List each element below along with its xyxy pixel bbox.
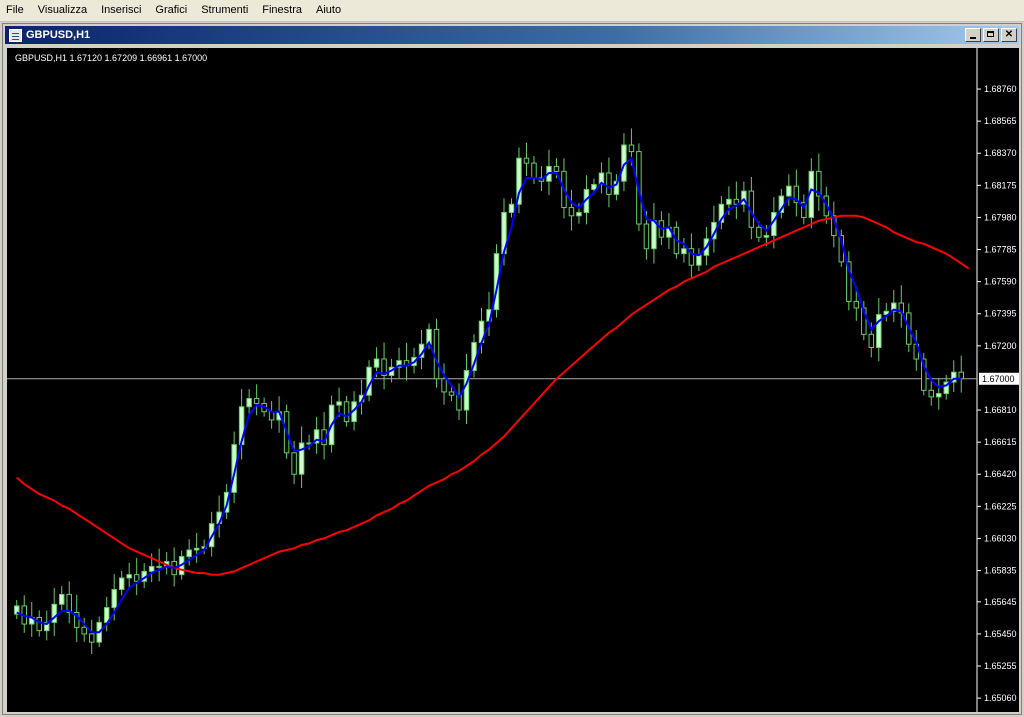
candles-group — [13, 128, 965, 655]
candle-body — [133, 574, 140, 582]
candle-body — [786, 185, 792, 197]
y-tick-label: 1.65835 — [984, 566, 1017, 576]
candle-body — [253, 398, 260, 404]
y-tick-label: 1.68370 — [984, 148, 1017, 158]
candle-body — [681, 248, 687, 255]
window-title: GBPUSD,H1 — [26, 29, 91, 41]
candle-body — [193, 547, 200, 551]
candle-body — [148, 565, 155, 572]
candle-body — [246, 398, 252, 408]
candle-body — [756, 226, 762, 238]
candle-body — [868, 333, 875, 348]
chart-svg: 1.68760 1.68565 1.68370 1.68175 1.67980 1.677… — [7, 48, 1019, 712]
candle-body — [111, 588, 117, 609]
candle-body — [553, 165, 560, 172]
candle-body — [643, 223, 650, 250]
candle-body — [291, 452, 297, 475]
y-tick-label: 1.66810 — [984, 405, 1017, 415]
y-tick-label: 1.68760 — [984, 84, 1017, 94]
candle-body — [576, 212, 582, 217]
window-titlebar[interactable]: GBPUSD,H1 ✕ — [5, 26, 1019, 44]
candle-body — [463, 370, 470, 411]
candle-body — [508, 203, 515, 214]
menu-inserisci[interactable]: Inserisci — [95, 0, 149, 21]
candle-body — [591, 184, 597, 190]
y-tick-label: 1.67785 — [984, 245, 1017, 255]
menu-strumenti[interactable]: Strumenti — [195, 0, 256, 21]
current-price-label: 1.67000 — [982, 374, 1015, 384]
chart-window: GBPUSD,H1 ✕ 1.68760 1.68565 1.68370 1.68175… — [2, 23, 1022, 715]
candle-body — [726, 198, 732, 205]
price-chart[interactable]: 1.68760 1.68565 1.68370 1.68175 1.67980 1.677… — [7, 48, 1019, 712]
candle-body — [853, 300, 860, 309]
candle-body — [268, 411, 275, 421]
slow-ma-line — [16, 214, 970, 576]
candle-body — [66, 593, 72, 614]
menu-grafici[interactable]: Grafici — [149, 0, 195, 21]
candle-body — [156, 565, 162, 568]
candle-body — [88, 633, 95, 643]
y-tick-label: 1.66615 — [984, 437, 1017, 447]
candle-body — [606, 172, 612, 195]
maximize-button[interactable] — [983, 28, 999, 42]
y-tick-label: 1.67980 — [984, 212, 1017, 222]
chart-info-label: GBPUSD,H1 1.67120 1.67209 1.66961 1.6700… — [15, 53, 207, 63]
candle-body — [696, 254, 702, 266]
close-button[interactable]: ✕ — [1001, 28, 1017, 42]
y-tick-label: 1.68565 — [984, 116, 1017, 126]
candle-body — [186, 549, 192, 558]
y-tick-label: 1.67200 — [984, 341, 1017, 351]
candle-body — [958, 371, 965, 380]
chart-document-icon[interactable] — [9, 28, 22, 42]
candle-body — [81, 626, 87, 635]
menu-visualizza[interactable]: Visualizza — [32, 0, 95, 21]
chart-frame — [7, 48, 978, 712]
y-tick-label: 1.67590 — [984, 277, 1017, 287]
candle-body — [58, 593, 65, 605]
y-tick-label: 1.68175 — [984, 180, 1017, 190]
minimize-button[interactable] — [965, 28, 981, 42]
candle-body — [126, 574, 132, 579]
candle-body — [336, 401, 342, 406]
y-tick-label: 1.65450 — [984, 629, 1017, 639]
menu-bar: File Visualizza Inserisci Grafici Strume… — [0, 0, 1024, 22]
candle-body — [441, 378, 447, 393]
candle-body — [298, 442, 305, 475]
y-tick-label: 1.67395 — [984, 309, 1017, 319]
y-tick-label: 1.65060 — [984, 693, 1017, 703]
y-tick-label: 1.66420 — [984, 469, 1017, 479]
y-axis: 1.68760 1.68565 1.68370 1.68175 1.67980 1.677… — [977, 84, 1019, 703]
candle-body — [628, 144, 635, 153]
candle-body — [118, 577, 125, 590]
candle-body — [936, 393, 942, 398]
menu-file[interactable]: File — [0, 0, 32, 21]
candle-body — [343, 401, 350, 423]
candle-body — [531, 162, 537, 179]
menu-aiuto[interactable]: Aiuto — [310, 0, 349, 21]
window-controls: ✕ — [965, 28, 1017, 42]
y-tick-label: 1.66030 — [984, 533, 1017, 543]
menu-finestra[interactable]: Finestra — [256, 0, 310, 21]
y-tick-label: 1.66225 — [984, 501, 1017, 511]
y-tick-label: 1.65645 — [984, 597, 1017, 607]
candle-body — [568, 207, 575, 217]
candle-body — [928, 389, 935, 398]
candle-body — [763, 235, 770, 238]
slow-ma-group — [16, 214, 970, 576]
candle-body — [433, 328, 440, 380]
y-tick-label: 1.65255 — [984, 661, 1017, 671]
candle-body — [448, 391, 455, 396]
candle-body — [523, 157, 530, 164]
candle-body — [36, 616, 42, 632]
candle-body — [373, 358, 380, 368]
candle-body — [651, 220, 657, 250]
